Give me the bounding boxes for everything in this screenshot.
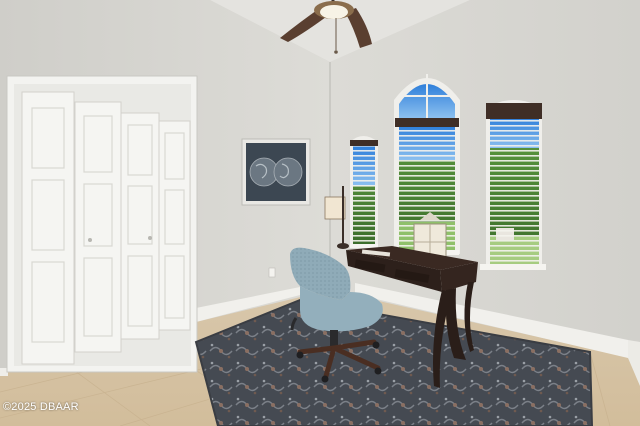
window-right [480, 100, 546, 270]
wall-outlet [268, 267, 276, 278]
photo-scene: ©2025 DBAAR [0, 0, 640, 426]
window-left [350, 136, 378, 248]
copyright-watermark: ©2025 DBAAR [3, 401, 79, 413]
closet-doors [21, 91, 191, 365]
room-illustration [0, 0, 640, 426]
wall-art-map [241, 138, 311, 206]
